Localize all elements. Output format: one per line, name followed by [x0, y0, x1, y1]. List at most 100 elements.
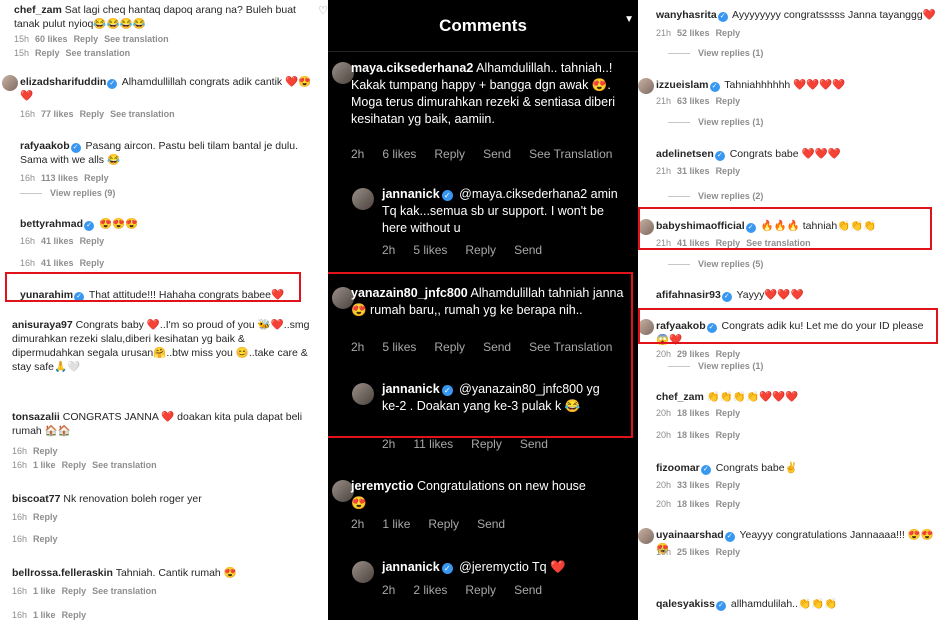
avatar[interactable] [352, 188, 374, 210]
comment-likes[interactable]: 18 likes [677, 408, 710, 418]
reply-button[interactable]: Reply [716, 547, 741, 557]
reply-button[interactable]: Reply [465, 243, 496, 257]
reply-button[interactable]: Reply [716, 166, 741, 176]
comment-likes[interactable]: 1 like [33, 586, 56, 596]
comment-username[interactable]: chef_zam [656, 391, 704, 403]
avatar[interactable] [638, 78, 654, 94]
reply-button[interactable]: Reply [62, 460, 87, 470]
comment-username[interactable]: rafyaakob [20, 140, 70, 152]
reply-button[interactable]: Reply [716, 349, 741, 359]
like-heart-icon[interactable]: ♡ [318, 4, 328, 17]
reply-button[interactable]: Reply [84, 173, 109, 183]
comment-likes[interactable]: 1 like [33, 610, 56, 620]
send-button[interactable]: Send [483, 147, 511, 161]
send-button[interactable]: Send [514, 583, 542, 597]
reply-button[interactable]: Reply [33, 512, 58, 522]
comment-likes[interactable]: 33 likes [677, 480, 710, 490]
comment-likes[interactable]: 1 like [382, 517, 410, 531]
reply-button[interactable]: Reply [716, 408, 741, 418]
comment-likes[interactable]: 6 likes [382, 147, 416, 161]
comment-likes[interactable]: 60 likes [35, 34, 68, 44]
comment-text: Tahniah. Cantik rumah 😍 [115, 567, 237, 579]
send-button[interactable]: Send [520, 437, 548, 451]
reply-button[interactable]: Reply [471, 437, 502, 451]
view-replies-link[interactable]: View replies (2) [668, 191, 763, 201]
view-replies-link[interactable]: View replies (1) [668, 361, 763, 371]
comment-username[interactable]: adelinetsen [656, 148, 714, 160]
verified-badge-icon: ✓ [709, 82, 720, 92]
reply-button[interactable]: Reply [716, 430, 741, 440]
comment-likes[interactable]: 5 likes [413, 243, 447, 257]
see-translation-link[interactable]: See translation [66, 48, 131, 58]
comment-text: Ayyyyyyyy congratsssss Janna tayanggg❤️ [732, 9, 936, 21]
reply-button[interactable]: Reply [434, 147, 465, 161]
comment-likes[interactable]: 11 likes [413, 437, 453, 451]
comment-likes[interactable]: 52 likes [677, 28, 710, 38]
comment-likes[interactable]: 31 likes [677, 166, 710, 176]
comment-likes[interactable]: 63 likes [677, 96, 710, 106]
see-translation-link[interactable]: See translation [104, 34, 169, 44]
reply-button[interactable]: Reply [465, 583, 496, 597]
send-button[interactable]: Send [477, 517, 505, 531]
comment-username[interactable]: jannanick [382, 560, 440, 574]
comment-likes[interactable]: 29 likes [677, 349, 710, 359]
see-translation-link[interactable]: See Translation [529, 147, 612, 161]
view-replies-link[interactable]: View replies (9) [20, 188, 115, 198]
comment-likes[interactable]: 41 likes [41, 236, 74, 246]
comment-likes[interactable]: 77 likes [41, 109, 74, 119]
view-replies-link[interactable]: View replies (1) [668, 117, 763, 127]
reply-button[interactable]: Reply [62, 586, 87, 596]
avatar[interactable] [2, 75, 18, 91]
comment-time: 16h [12, 512, 28, 522]
comment-username[interactable]: jannanick [382, 187, 440, 201]
comment-username[interactable]: fizoomar [656, 462, 700, 474]
avatar[interactable] [352, 561, 374, 583]
reply-button[interactable]: Reply [62, 610, 87, 620]
comment-username[interactable]: elizadsharifuddin [20, 76, 106, 88]
reply-button[interactable]: Reply [716, 480, 741, 490]
send-button[interactable]: Send [514, 243, 542, 257]
reply-button[interactable]: Reply [716, 96, 741, 106]
comment-username[interactable]: chef_zam [14, 4, 62, 16]
comment-username[interactable]: anisuraya97 [12, 319, 73, 331]
see-translation-link[interactable]: See translation [92, 460, 157, 470]
comment-username[interactable]: bellrossa.felleraskin [12, 567, 113, 579]
reply-button[interactable]: Reply [80, 109, 105, 119]
comment-time: 16h [12, 586, 28, 596]
reply-button[interactable]: Reply [716, 28, 741, 38]
reply-button[interactable]: Reply [80, 258, 105, 268]
reply-button[interactable]: Reply [716, 499, 741, 509]
comment-username[interactable]: izzueislam [656, 79, 709, 91]
see-translation-link[interactable]: See translation [110, 109, 175, 119]
reply-button[interactable]: Reply [74, 34, 99, 44]
view-replies-link[interactable]: View replies (1) [668, 48, 763, 58]
comment-username[interactable]: maya.ciksederhana2 [351, 61, 473, 75]
view-replies-link[interactable]: View replies (5) [668, 259, 763, 269]
comment-username[interactable]: biscoat77 [12, 493, 60, 505]
comment-username[interactable]: tonsazalii [12, 411, 60, 423]
comment-likes[interactable]: 18 likes [677, 430, 710, 440]
comment-time: 2h [351, 147, 365, 161]
comment-time: 15h [14, 34, 30, 44]
comment-likes[interactable]: 113 likes [41, 173, 78, 183]
comment-likes[interactable]: 25 likes [677, 547, 710, 557]
comment-username[interactable]: bettyrahmad [20, 218, 83, 230]
comment-likes[interactable]: 41 likes [41, 258, 74, 268]
comment-username[interactable]: afifahnasir93 [656, 289, 721, 301]
comment-likes[interactable]: 2 likes [413, 583, 447, 597]
see-translation-link[interactable]: See translation [92, 586, 157, 596]
reply-button[interactable]: Reply [428, 517, 459, 531]
comment-time: 20h [656, 499, 672, 509]
chevron-down-icon[interactable]: ▼ [624, 14, 634, 25]
avatar[interactable] [638, 528, 654, 544]
comment-likes[interactable]: 1 like [33, 460, 56, 470]
comment-username[interactable]: jeremyctio [351, 479, 414, 493]
comment-username[interactable]: qalesyakiss [656, 598, 715, 610]
reply-button[interactable]: Reply [80, 236, 105, 246]
comment-username[interactable]: wanyhasrita [656, 9, 717, 21]
reply-button[interactable]: Reply [35, 48, 60, 58]
reply-button[interactable]: Reply [33, 534, 58, 544]
comment-username[interactable]: uyainaarshad [656, 529, 724, 541]
reply-button[interactable]: Reply [33, 446, 58, 456]
comment-likes[interactable]: 18 likes [677, 499, 710, 509]
